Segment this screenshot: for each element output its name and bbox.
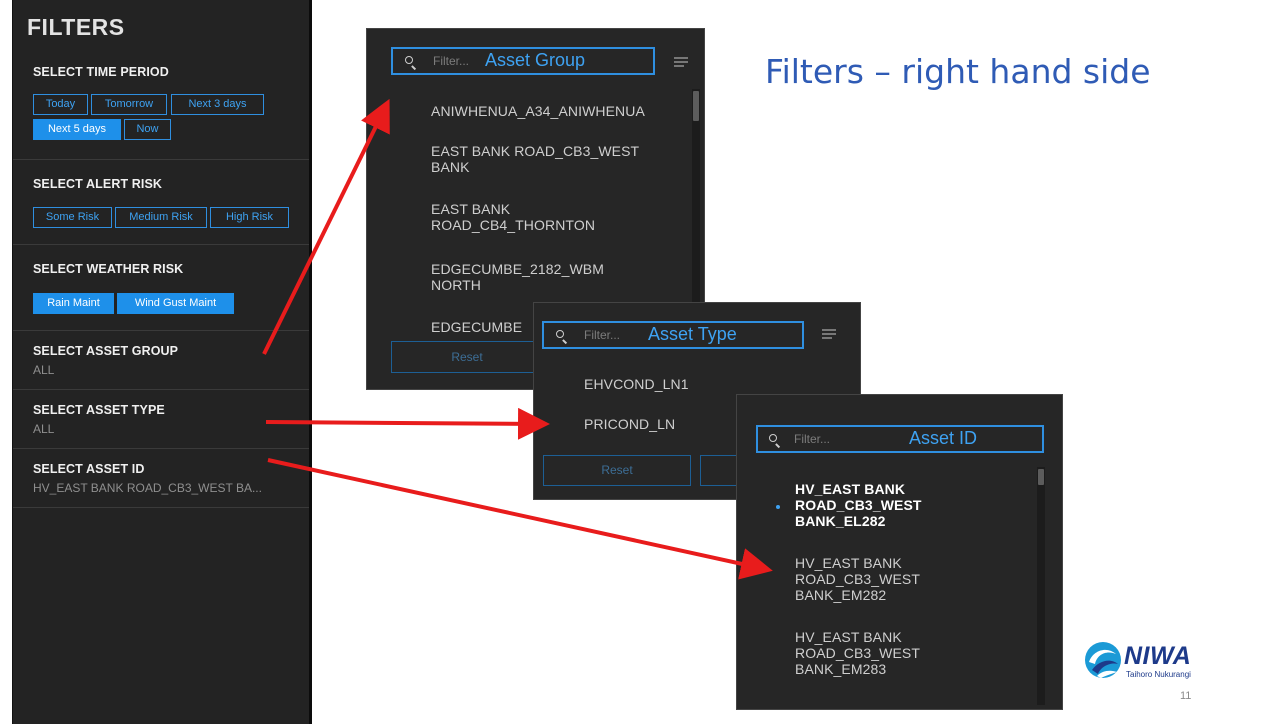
- asset-id-scrollbar[interactable]: [1037, 467, 1045, 705]
- asset-type-option[interactable]: PRICOND_LN: [584, 416, 675, 432]
- asset-type-reset-button[interactable]: Reset: [543, 455, 691, 486]
- alert-medium-risk-button[interactable]: Medium Risk: [115, 207, 207, 228]
- asset-type-apply-button[interactable]: [700, 455, 740, 486]
- weather-rain-maint-button[interactable]: Rain Maint: [33, 293, 114, 314]
- niwa-logo-tagline: Taihoro Nukurangi: [1126, 670, 1191, 679]
- alert-high-risk-button[interactable]: High Risk: [210, 207, 289, 228]
- asset-group-scroll-thumb[interactable]: [693, 91, 699, 121]
- filters-title: FILTERS: [27, 14, 125, 40]
- asset-group-reset-button[interactable]: Reset: [391, 341, 543, 373]
- asset-group-search-input[interactable]: Filter... Asset Group: [391, 47, 655, 75]
- search-icon: [556, 330, 564, 338]
- asset-type-value: ALL: [33, 422, 55, 436]
- time-period-title: SELECT TIME PERIOD: [33, 65, 169, 79]
- asset-group-title: SELECT ASSET GROUP: [33, 344, 179, 358]
- weather-wind-gust-maint-button[interactable]: Wind Gust Maint: [117, 293, 234, 314]
- asset-group-section[interactable]: SELECT ASSET GROUP ALL: [13, 331, 309, 390]
- time-period-section: SELECT TIME PERIOD Today Tomorrow Next 3…: [13, 52, 309, 160]
- asset-group-option[interactable]: EDGECUMBE_2182_WBM NORTH: [431, 261, 651, 293]
- time-tomorrow-button[interactable]: Tomorrow: [91, 94, 167, 115]
- asset-id-section[interactable]: SELECT ASSET ID HV_EAST BANK ROAD_CB3_WE…: [13, 449, 309, 508]
- selected-indicator: [776, 505, 780, 509]
- alert-some-risk-button[interactable]: Some Risk: [33, 207, 112, 228]
- weather-risk-title: SELECT WEATHER RISK: [33, 262, 184, 276]
- asset-id-popup: Filter... Asset ID HV_EAST BANK ROAD_CB3…: [736, 394, 1063, 710]
- alert-risk-section: SELECT ALERT RISK Some Risk Medium Risk …: [13, 160, 309, 245]
- search-icon: [769, 434, 777, 442]
- asset-id-value: HV_EAST BANK ROAD_CB3_WEST BA...: [33, 481, 262, 495]
- asset-id-field-label: Asset ID: [909, 428, 978, 448]
- filters-panel: FILTERS SELECT TIME PERIOD Today Tomorro…: [12, 0, 312, 724]
- search-icon: [405, 56, 413, 64]
- asset-type-search-placeholder: Filter...: [584, 328, 621, 342]
- list-toggle-icon[interactable]: [674, 57, 688, 67]
- asset-id-option[interactable]: HV_EAST BANK ROAD_CB3_WEST BANK_EM283: [795, 629, 945, 677]
- asset-type-field-label: Asset Type: [648, 324, 737, 344]
- asset-id-option-selected[interactable]: HV_EAST BANK ROAD_CB3_WEST BANK_EL282: [795, 481, 945, 529]
- asset-group-option[interactable]: EAST BANK ROAD_CB4_THORNTON: [431, 201, 651, 233]
- time-today-button[interactable]: Today: [33, 94, 88, 115]
- asset-type-search-input[interactable]: Filter... Asset Type: [542, 321, 804, 349]
- time-next-3-days-button[interactable]: Next 3 days: [171, 94, 264, 115]
- niwa-logo-text: NIWA: [1124, 642, 1192, 670]
- time-now-button[interactable]: Now: [124, 119, 171, 140]
- alert-risk-title: SELECT ALERT RISK: [33, 177, 163, 191]
- weather-risk-section: SELECT WEATHER RISK Rain Maint Wind Gust…: [13, 245, 309, 331]
- slide-title: Filters – right hand side: [765, 52, 1151, 91]
- asset-type-section[interactable]: SELECT ASSET TYPE ALL: [13, 390, 309, 449]
- list-toggle-icon[interactable]: [822, 329, 836, 339]
- time-next-5-days-button[interactable]: Next 5 days: [33, 119, 121, 140]
- asset-id-search-placeholder: Filter...: [794, 432, 831, 446]
- asset-group-search-placeholder: Filter...: [433, 54, 470, 68]
- asset-type-title: SELECT ASSET TYPE: [33, 403, 165, 417]
- asset-type-option[interactable]: EHVCOND_LN1: [584, 376, 689, 392]
- asset-id-scroll-thumb[interactable]: [1038, 469, 1044, 485]
- asset-group-option[interactable]: EAST BANK ROAD_CB3_WEST BANK: [431, 143, 681, 175]
- asset-group-field-label: Asset Group: [485, 50, 586, 70]
- niwa-logo-icon: [1085, 642, 1121, 678]
- asset-group-option[interactable]: ANIWHENUA_A34_ANIWHENUA: [431, 103, 691, 119]
- asset-id-title: SELECT ASSET ID: [33, 462, 145, 476]
- page-number: 11: [1180, 690, 1192, 702]
- asset-group-value: ALL: [33, 363, 55, 377]
- asset-id-option[interactable]: HV_EAST BANK ROAD_CB3_WEST BANK_EM282: [795, 555, 945, 603]
- asset-id-search-input[interactable]: Filter... Asset ID: [756, 425, 1044, 453]
